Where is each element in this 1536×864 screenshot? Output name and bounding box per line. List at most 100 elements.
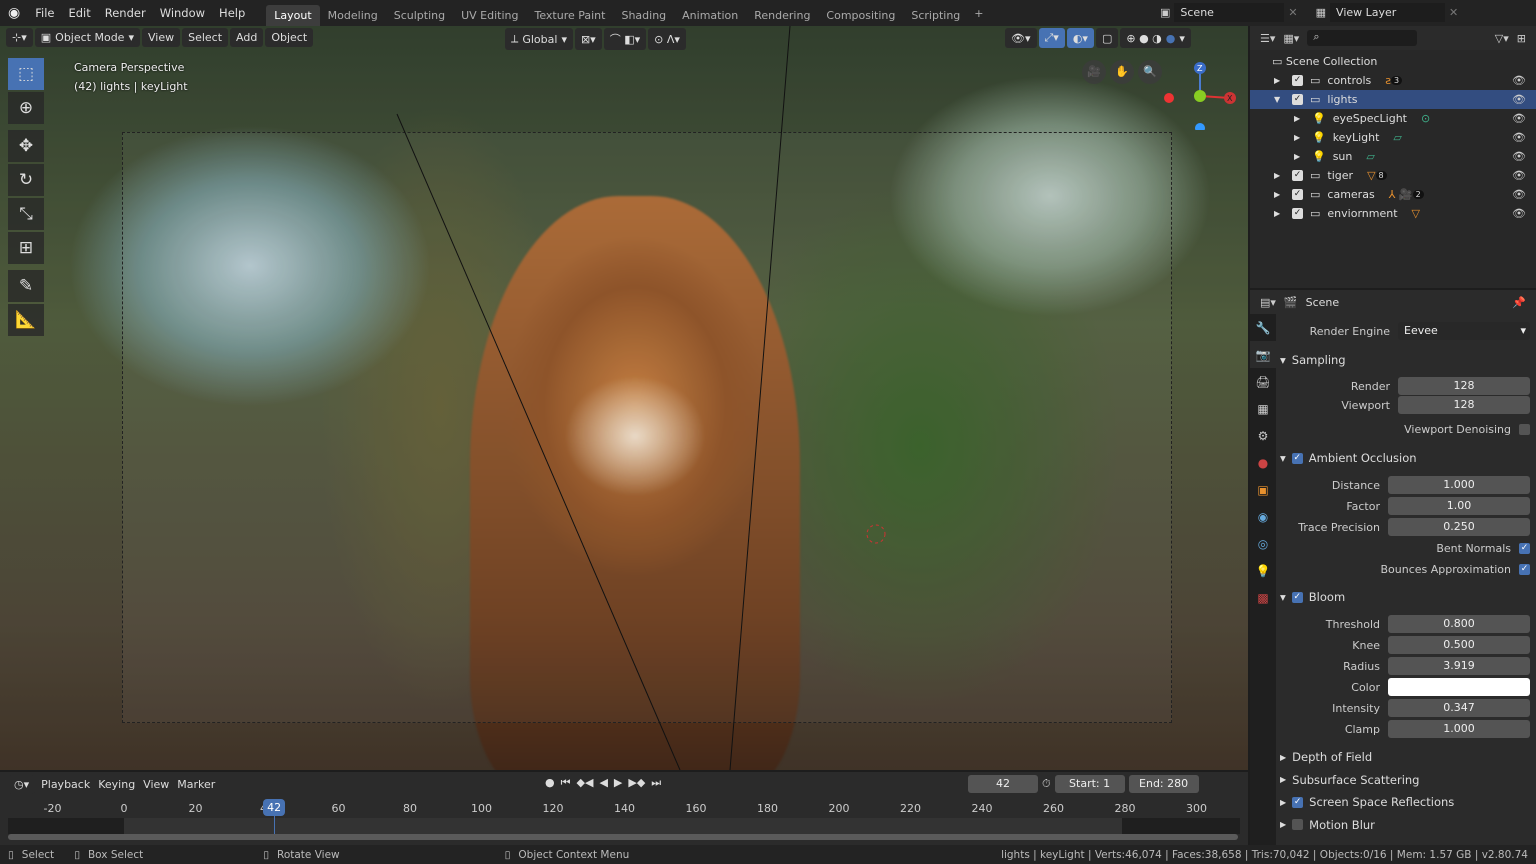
exclude-checkbox[interactable]: ✓	[1292, 94, 1303, 105]
render-engine-dropdown[interactable]: Eevee ▾	[1398, 322, 1530, 340]
outliner-item-keylight[interactable]: ▶ 💡 keyLight ▱ 👁	[1250, 128, 1536, 147]
tab-sculpting[interactable]: Sculpting	[386, 5, 453, 26]
eye-icon[interactable]: 👁	[1512, 131, 1526, 144]
exclude-checkbox[interactable]: ✓	[1292, 170, 1303, 181]
expand-icon[interactable]: ▶	[1274, 190, 1292, 199]
menu-window[interactable]: Window	[153, 6, 212, 20]
viewport-menu-add[interactable]: Add	[230, 28, 264, 47]
pivot-icon[interactable]: ⊠▾	[574, 28, 602, 50]
radius-field[interactable]: 3.919	[1388, 657, 1530, 675]
outliner-item-controls[interactable]: ▶ ✓ ▭ controls ƨ 3 👁	[1250, 71, 1536, 90]
panel-depth-of-field[interactable]: ▶ Depth of Field	[1280, 747, 1530, 767]
editor-type-icon[interactable]: ◷▾	[8, 774, 36, 794]
knee-field[interactable]: 0.500	[1388, 636, 1530, 654]
outliner-item-enviornment[interactable]: ▶ ✓ ▭ enviornment ▽ 👁	[1250, 204, 1536, 223]
stopwatch-icon[interactable]: ⏱	[1042, 777, 1051, 791]
editor-type-icon[interactable]: ▤▾	[1260, 296, 1276, 309]
transform-tool[interactable]: ⊞	[8, 232, 44, 264]
eye-icon[interactable]: 👁	[1512, 150, 1526, 163]
record-icon[interactable]: ●	[545, 776, 555, 790]
menu-edit[interactable]: Edit	[61, 6, 97, 20]
jump-start-icon[interactable]: ⏮	[561, 776, 571, 790]
panel-subsurface-scattering[interactable]: ▶ Subsurface Scattering	[1280, 770, 1530, 790]
cursor-tool[interactable]: ⊕	[8, 92, 44, 124]
outliner-item-lights[interactable]: ▼ ✓ ▭ lights 👁	[1250, 90, 1536, 109]
outliner-item-sun[interactable]: ▶ 💡 sun ▱ 👁	[1250, 147, 1536, 166]
ao-panel-header[interactable]: ▾ ✓ Ambient Occlusion	[1280, 448, 1530, 468]
view-layer-selector[interactable]: View Layer	[1330, 3, 1446, 22]
frame-scrollbar[interactable]	[8, 834, 1238, 840]
start-frame-field[interactable]: Start: 1	[1054, 775, 1125, 793]
bloom-checkbox[interactable]: ✓	[1291, 591, 1303, 603]
view-layer-icon[interactable]: ▦	[1316, 6, 1326, 19]
tab-shading[interactable]: Shading	[613, 5, 674, 26]
scene-selector[interactable]: Scene	[1174, 3, 1285, 22]
viewport-denoising-checkbox[interactable]	[1519, 423, 1530, 435]
render-samples-field[interactable]: 128	[1398, 377, 1530, 395]
bent-checkbox[interactable]: ✓	[1519, 542, 1530, 554]
shading-modes[interactable]: ⊕ ● ◑ ● ▾	[1120, 28, 1191, 48]
eye-icon[interactable]: 👁	[1512, 169, 1526, 182]
play-icon[interactable]: ▶	[614, 776, 622, 790]
rotate-tool[interactable]: ↻	[8, 164, 44, 196]
panel-screen-space-reflections[interactable]: ▶ ✓ Screen Space Reflections	[1280, 792, 1530, 812]
sampling-panel-header[interactable]: ▾ Sampling	[1280, 350, 1530, 370]
intensity-field[interactable]: 0.347	[1388, 699, 1530, 717]
expand-icon[interactable]: ▼	[1274, 95, 1292, 104]
tab-uv-editing[interactable]: UV Editing	[453, 5, 526, 26]
render-tab-icon[interactable]: 📷	[1250, 341, 1276, 368]
display-mode-icon[interactable]: ☰▾	[1260, 32, 1275, 45]
menu-file[interactable]: File	[28, 6, 61, 20]
gizmo-icon[interactable]: ⤢▾	[1038, 28, 1065, 48]
annotate-tool[interactable]: ✎	[8, 270, 44, 302]
add-workspace-icon[interactable]: +	[968, 7, 989, 20]
move-tool[interactable]: ✥	[8, 130, 44, 162]
pan-icon[interactable]: ✋	[1110, 60, 1134, 84]
eye-icon[interactable]: 👁	[1512, 112, 1526, 125]
menu-help[interactable]: Help	[212, 6, 252, 20]
timeline-menu-keying[interactable]: Keying	[98, 778, 135, 791]
texture-tab-icon[interactable]: ▩	[1250, 584, 1276, 611]
distance-field[interactable]: 1.000	[1388, 476, 1530, 494]
tab-animation[interactable]: Animation	[674, 5, 746, 26]
menu-render[interactable]: Render	[98, 6, 153, 20]
transform-orientation-selector[interactable]: ⟂ Global ▾	[505, 28, 573, 50]
output-tab-icon[interactable]: 🖨	[1250, 368, 1276, 395]
overlay-icon[interactable]: ◐▾	[1066, 28, 1094, 48]
timeline-menu-view[interactable]: View	[143, 778, 169, 791]
close-icon[interactable]: ✕	[1449, 6, 1458, 19]
tab-layout[interactable]: Layout	[266, 5, 320, 26]
viewport-samples-field[interactable]: 128	[1398, 396, 1530, 414]
scale-tool[interactable]: ⤡	[8, 198, 44, 230]
color-field[interactable]	[1388, 678, 1530, 696]
exclude-checkbox[interactable]: ✓	[1292, 208, 1303, 219]
bounce-checkbox[interactable]: ✓	[1519, 563, 1530, 575]
select-box-tool[interactable]: ⬚	[8, 58, 44, 90]
timeline-menu-marker[interactable]: Marker	[177, 778, 215, 791]
factor-field[interactable]: 1.00	[1388, 497, 1530, 515]
search-input[interactable]: ⌕	[1307, 30, 1418, 46]
scene-tab-icon[interactable]: ⚙	[1250, 422, 1276, 449]
new-collection-icon[interactable]: ⊞	[1517, 32, 1526, 45]
eye-icon[interactable]: 👁	[1512, 188, 1526, 201]
motion-blur-checkbox[interactable]	[1292, 819, 1304, 830]
zoom-icon[interactable]: 🔍	[1138, 60, 1162, 84]
expand-icon[interactable]: ▶	[1294, 114, 1312, 123]
jump-end-icon[interactable]: ⏭	[651, 776, 661, 790]
end-frame-field[interactable]: End: 280	[1128, 775, 1199, 793]
view-layer-tab-icon[interactable]: ▦	[1250, 395, 1276, 422]
current-frame-field[interactable]: 42	[968, 775, 1038, 793]
expand-icon[interactable]: ▶	[1294, 133, 1312, 142]
eye-icon[interactable]: 👁	[1512, 93, 1526, 106]
eye-icon[interactable]: 👁	[1512, 207, 1526, 220]
viewport-menu-object[interactable]: Object	[265, 28, 314, 47]
camera-view-icon[interactable]: 🎥	[1082, 60, 1106, 84]
tab-compositing[interactable]: Compositing	[818, 5, 903, 26]
exclude-checkbox[interactable]: ✓	[1292, 75, 1303, 86]
filter-icon[interactable]: ▽▾	[1495, 32, 1509, 45]
navigation-gizmo[interactable]: Z X	[1160, 60, 1240, 130]
scene-icon[interactable]: ▣	[1160, 6, 1170, 19]
measure-tool[interactable]: 📐	[8, 304, 44, 336]
blender-logo-icon[interactable]: ◉	[0, 5, 28, 21]
tool-tab-icon[interactable]: 🔧	[1250, 314, 1276, 341]
